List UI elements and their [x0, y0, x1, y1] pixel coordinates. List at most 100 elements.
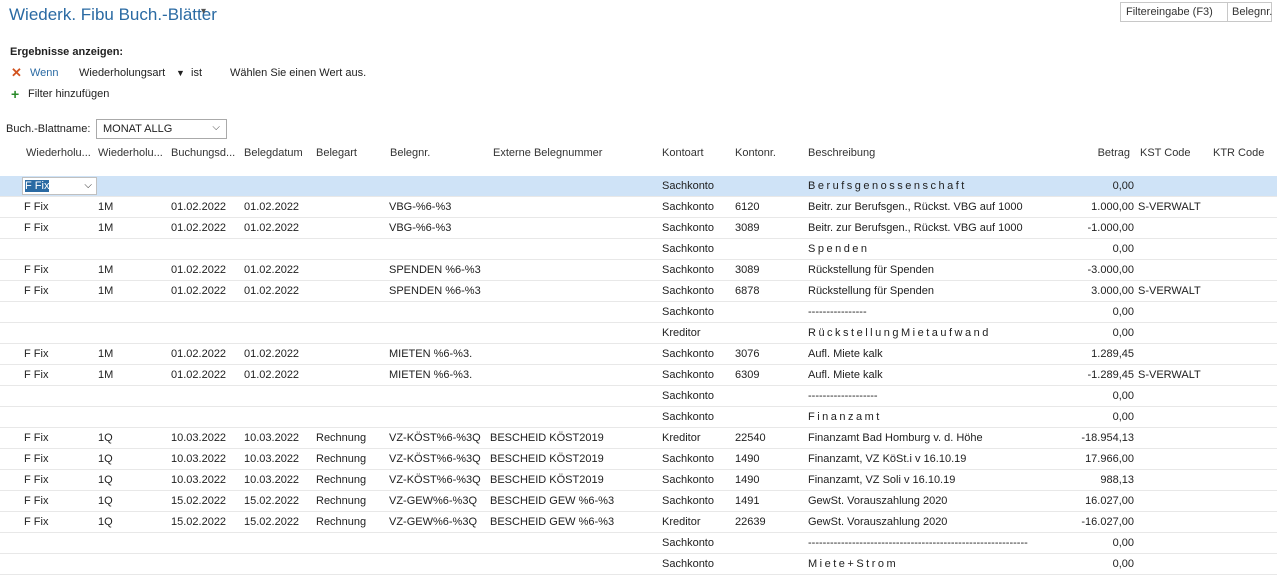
cell-freq[interactable]: 1M	[98, 369, 113, 381]
column-header[interactable]: Belegart	[316, 147, 357, 159]
cell-posting[interactable]: 10.03.2022	[171, 453, 226, 465]
cell-doc-no[interactable]: VBG-%6-%3	[389, 201, 451, 213]
cell-acct-type[interactable]: Kreditor	[662, 327, 701, 339]
batch-name-select[interactable]: MONAT ALLG ⌵	[96, 119, 227, 139]
table-row[interactable]: F Fix 1Q 10.03.2022 10.03.2022 Rechnung VZ-KÖ…	[0, 470, 1277, 491]
cell-amount[interactable]: 17.966,00	[1085, 453, 1134, 465]
cell-acct-no[interactable]: 1490	[735, 453, 759, 465]
cell-acct-type[interactable]: Sachkonto	[662, 474, 714, 486]
table-row[interactable]: F Fix ⌵ Sachkonto Berufsgenossenschaft 0,00	[0, 176, 1277, 197]
page-title[interactable]: Wiederk. Fibu Buch.-Blätter	[9, 5, 217, 25]
cell-doc-date[interactable]: 10.03.2022	[244, 432, 299, 444]
table-row[interactable]: Kreditor RückstellungMietaufwand 0,00	[0, 323, 1277, 344]
table-row[interactable]: Sachkonto Miete+Strom 0,00	[0, 554, 1277, 575]
cell-kst[interactable]: S-VERWALT	[1138, 369, 1201, 381]
cell-kst[interactable]: S-VERWALT	[1138, 201, 1201, 213]
cell-doc-date[interactable]: 01.02.2022	[244, 348, 299, 360]
cell-acct-type[interactable]: Sachkonto	[662, 243, 714, 255]
cell-desc[interactable]: GewSt. Vorauszahlung 2020	[808, 495, 947, 507]
cell-amount[interactable]: -1.289,45	[1088, 369, 1134, 381]
cell-acct-no[interactable]: 6120	[735, 201, 759, 213]
cell-freq[interactable]: 1M	[98, 222, 113, 234]
cell-desc[interactable]: Miete+Strom	[808, 558, 898, 570]
cell-desc[interactable]: Finanzamt	[808, 411, 882, 423]
cell-doc-date[interactable]: 01.02.2022	[244, 201, 299, 213]
cell-doc-date[interactable]: 15.02.2022	[244, 495, 299, 507]
table-row[interactable]: F Fix 1Q 10.03.2022 10.03.2022 Rechnung VZ-KÖ…	[0, 449, 1277, 470]
cell-acct-type[interactable]: Kreditor	[662, 516, 701, 528]
cell-method[interactable]: F Fix	[24, 285, 48, 297]
cell-acct-no[interactable]: 3089	[735, 222, 759, 234]
cell-doc-date[interactable]: 01.02.2022	[244, 264, 299, 276]
cell-doc-no[interactable]: MIETEN %6-%3.	[389, 369, 472, 381]
column-header[interactable]: KST Code	[1140, 147, 1191, 159]
cell-ext[interactable]: BESCHEID KÖST2019	[490, 474, 604, 486]
remove-filter-icon[interactable]: ✕	[11, 65, 22, 81]
table-row[interactable]: F Fix 1M 01.02.2022 01.02.2022 SPENDEN %6-%3…	[0, 260, 1277, 281]
cell-freq[interactable]: 1Q	[98, 453, 113, 465]
table-row[interactable]: Sachkonto ---------------- 0,00	[0, 302, 1277, 323]
cell-amount[interactable]: 0,00	[1113, 411, 1134, 423]
column-header[interactable]: Betrag	[1098, 147, 1130, 159]
cell-acct-type[interactable]: Sachkonto	[662, 348, 714, 360]
column-header[interactable]: Externe Belegnummer	[493, 147, 602, 159]
cell-desc[interactable]: Rückstellung für Spenden	[808, 264, 934, 276]
table-row[interactable]: F Fix 1M 01.02.2022 01.02.2022 SPENDEN %6-%3…	[0, 281, 1277, 302]
chevron-down-icon[interactable]: ▾	[201, 6, 206, 17]
cell-desc[interactable]: Finanzamt Bad Homburg v. d. Höhe	[808, 432, 983, 444]
cell-ext[interactable]: BESCHEID KÖST2019	[490, 432, 604, 444]
column-header[interactable]: Belegdatum	[244, 147, 303, 159]
cell-freq[interactable]: 1M	[98, 201, 113, 213]
method-select[interactable]: F Fix ⌵	[22, 177, 97, 195]
column-header[interactable]: Wiederholu...	[26, 147, 91, 159]
cell-method[interactable]: F Fix	[24, 222, 48, 234]
cell-acct-no[interactable]: 3089	[735, 264, 759, 276]
cell-posting[interactable]: 01.02.2022	[171, 222, 226, 234]
table-row[interactable]: F Fix 1M 01.02.2022 01.02.2022 MIETEN %6-%3.…	[0, 344, 1277, 365]
cell-doc-no[interactable]: VZ-KÖST%6-%3Q	[389, 474, 481, 486]
cell-doc-type[interactable]: Rechnung	[316, 495, 366, 507]
cell-amount[interactable]: 0,00	[1113, 306, 1134, 318]
cell-acct-type[interactable]: Sachkonto	[662, 453, 714, 465]
cell-amount[interactable]: -3.000,00	[1088, 264, 1134, 276]
table-row[interactable]: F Fix 1Q 10.03.2022 10.03.2022 Rechnung VZ-KÖ…	[0, 428, 1277, 449]
cell-freq[interactable]: 1Q	[98, 495, 113, 507]
cell-acct-type[interactable]: Sachkonto	[662, 285, 714, 297]
cell-doc-no[interactable]: VBG-%6-%3	[389, 222, 451, 234]
cell-method[interactable]: F Fix	[24, 348, 48, 360]
cell-acct-type[interactable]: Sachkonto	[662, 201, 714, 213]
cell-desc[interactable]: Finanzamt, VZ KöSt.i v 16.10.19	[808, 453, 966, 465]
cell-acct-type[interactable]: Sachkonto	[662, 369, 714, 381]
cell-doc-date[interactable]: 10.03.2022	[244, 474, 299, 486]
cell-amount[interactable]: 0,00	[1113, 243, 1134, 255]
cell-posting[interactable]: 10.03.2022	[171, 474, 226, 486]
filter-field-button[interactable]: Belegnr.	[1232, 6, 1272, 18]
cell-doc-no[interactable]: VZ-KÖST%6-%3Q	[389, 453, 481, 465]
cell-method[interactable]: F Fix	[24, 201, 48, 213]
filter-input[interactable]: Filtereingabe (F3)	[1126, 6, 1213, 18]
cell-doc-type[interactable]: Rechnung	[316, 432, 366, 444]
column-header[interactable]: Kontoart	[662, 147, 704, 159]
table-row[interactable]: Sachkonto -------------------------------…	[0, 533, 1277, 554]
cell-amount[interactable]: 0,00	[1113, 558, 1134, 570]
cell-posting[interactable]: 15.02.2022	[171, 516, 226, 528]
table-row[interactable]: F Fix 1M 01.02.2022 01.02.2022 VBG-%6-%3 Sach…	[0, 197, 1277, 218]
cell-amount[interactable]: 0,00	[1113, 390, 1134, 402]
cell-acct-type[interactable]: Kreditor	[662, 432, 701, 444]
cell-desc[interactable]: Aufl. Miete kalk	[808, 348, 883, 360]
cell-posting[interactable]: 01.02.2022	[171, 348, 226, 360]
column-header[interactable]: Beschreibung	[808, 147, 875, 159]
cell-doc-date[interactable]: 01.02.2022	[244, 285, 299, 297]
cell-method[interactable]: F Fix	[24, 264, 48, 276]
cell-desc[interactable]: Beitr. zur Berufsgen., Rückst. VBG auf 1…	[808, 201, 1023, 213]
cell-posting[interactable]: 15.02.2022	[171, 495, 226, 507]
cell-acct-type[interactable]: Sachkonto	[662, 180, 714, 192]
table-row[interactable]: F Fix 1Q 15.02.2022 15.02.2022 Rechnung VZ-GE…	[0, 512, 1277, 533]
cell-acct-type[interactable]: Sachkonto	[662, 558, 714, 570]
cell-desc[interactable]: Rückstellung für Spenden	[808, 285, 934, 297]
cell-posting[interactable]: 01.02.2022	[171, 201, 226, 213]
column-header[interactable]: Belegnr.	[390, 147, 430, 159]
cell-method[interactable]: F Fix	[24, 369, 48, 381]
chevron-down-icon[interactable]: ▼	[176, 68, 185, 78]
cell-amount[interactable]: 16.027,00	[1085, 495, 1134, 507]
